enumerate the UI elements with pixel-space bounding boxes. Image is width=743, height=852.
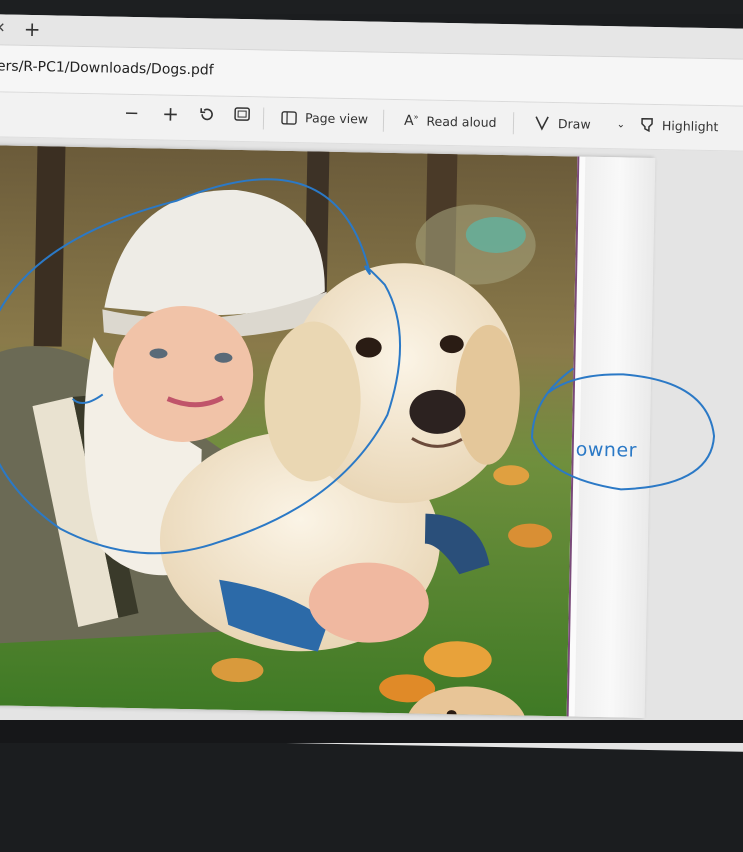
fit-page-icon <box>234 107 250 121</box>
rotate-button[interactable] <box>198 105 216 123</box>
pdf-page[interactable]: owner <box>0 145 653 718</box>
draw-button[interactable]: Draw ⌄ <box>534 115 625 133</box>
dog-and-child-photo <box>0 145 579 716</box>
fit-page-button[interactable] <box>234 107 250 121</box>
highlight-label: Highlight <box>662 118 719 134</box>
new-tab-button[interactable]: + <box>23 17 40 41</box>
page-view-button[interactable]: Page view <box>281 110 368 127</box>
page-view-label: Page view <box>305 110 368 126</box>
document-viewer[interactable]: owner <box>0 137 743 752</box>
monitor-bezel-top <box>0 0 743 14</box>
zoom-out-button[interactable]: − <box>124 103 139 124</box>
read-aloud-label: Read aloud <box>426 113 496 129</box>
toolbar-divider <box>383 110 384 132</box>
browser-window: ✕ + ers/R-PC1/Downloads/Dogs.pdf − + Pag… <box>0 14 743 739</box>
highlighter-icon <box>640 117 654 133</box>
zoom-in-button[interactable]: + <box>162 102 179 126</box>
rotate-icon <box>198 105 216 123</box>
toolbar-divider <box>513 112 514 134</box>
highlight-button[interactable]: Highlight <box>640 117 719 135</box>
chevron-down-icon[interactable]: ⌄ <box>617 119 626 130</box>
page-margin-strip <box>575 157 656 718</box>
draw-label: Draw <box>558 116 591 132</box>
owner-handwritten-label[interactable]: owner <box>576 439 638 462</box>
url-text[interactable]: ers/R-PC1/Downloads/Dogs.pdf <box>0 58 214 78</box>
toolbar-divider <box>263 107 264 129</box>
read-aloud-button[interactable]: A» Read aloud <box>404 112 497 130</box>
close-tab-icon[interactable]: ✕ <box>0 20 6 36</box>
draw-icon <box>534 115 550 131</box>
monitor-bezel-bottom <box>0 720 743 743</box>
page-view-icon <box>281 110 297 124</box>
read-aloud-icon: A» <box>404 112 419 129</box>
